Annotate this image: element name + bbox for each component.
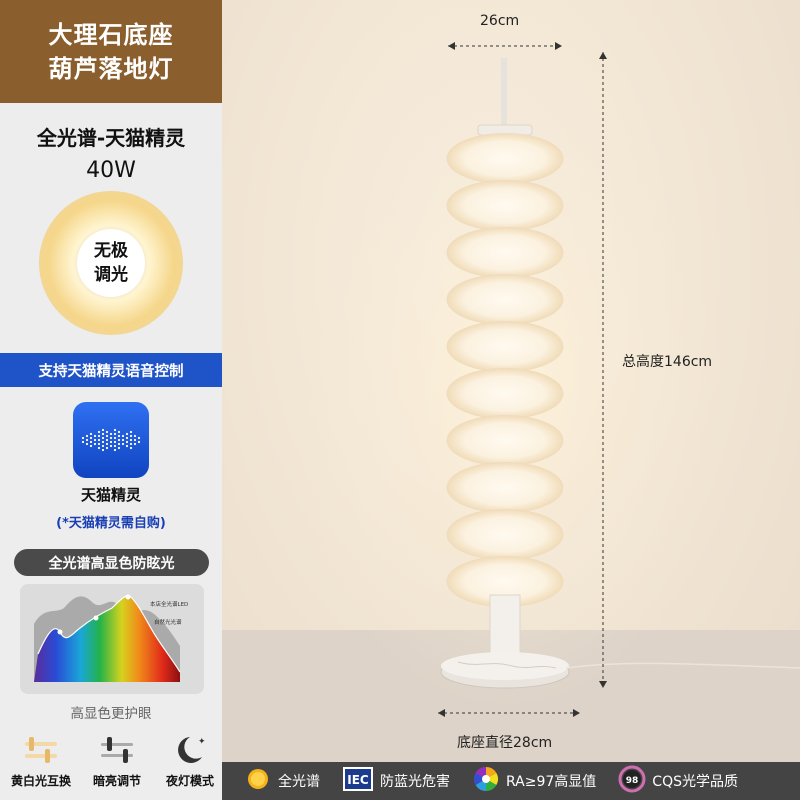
bottom-item-label: RA≥97高显值 (506, 774, 597, 790)
lamp-top-rod (501, 58, 507, 128)
feature-label: 黄白光互换 (10, 774, 71, 788)
svg-text:98: 98 (626, 776, 639, 786)
legend-led: 本店全光谱LED (150, 600, 188, 608)
lamp-shade-segment (446, 321, 564, 372)
feature-color-switch: 黄白光互换 (4, 732, 78, 789)
feature-night-mode: ✦ 夜灯模式 (153, 732, 227, 789)
product-title-box: 大理石底座 葫芦落地灯 (0, 0, 222, 103)
spectrum-caption: 高显色更护眼 (70, 706, 152, 722)
bottom-item-cqs: 98 CQS光学品质 (618, 765, 738, 797)
tmall-genie-icon (73, 402, 149, 478)
lamp-shade-segment (446, 133, 564, 184)
dimming-line1: 无极 (94, 241, 128, 261)
iec-icon: IEC (342, 766, 374, 796)
genie-purchase-note: (*天猫精灵需自购) (56, 516, 166, 531)
lamp-shade-segment (446, 227, 564, 278)
width-label: 26cm (480, 13, 520, 29)
spectrum-chart: 本店全光谱LED 自然光光谱 (20, 584, 204, 694)
bottom-item-full-spectrum: 全光谱 (244, 765, 320, 797)
bottom-feature-bar: 全光谱 IEC 防蓝光危害 RA≥97高显值 98 CQS光学品质 (222, 762, 800, 800)
dimming-label-circle: 无极 调光 (77, 229, 145, 297)
cqs-badge-icon: 98 (618, 765, 646, 797)
floor-lamp-illustration (286, 42, 800, 717)
product-title-line1: 大理石底座 (48, 20, 174, 49)
base-diameter-label: 底座直径28cm (457, 735, 553, 751)
svg-text:IEC: IEC (347, 773, 369, 787)
feature-brightness: 暗亮调节 (80, 732, 154, 789)
bottom-item-label: 防蓝光危害 (380, 774, 450, 790)
dimming-glow-badge: 无极 调光 (39, 191, 183, 335)
lamp-shade-segment (446, 509, 564, 560)
legend-natural: 自然光光谱 (154, 618, 182, 626)
product-title-line2: 葫芦落地灯 (48, 54, 174, 83)
left-info-panel: 大理石底座 葫芦落地灯 全光谱-天猫精灵 40W 无极 调光 支持天猫精灵语音控… (0, 0, 222, 800)
lamp-shade-segment (446, 274, 564, 325)
power-spec: 40W (86, 158, 136, 183)
voice-control-banner: 支持天猫精灵语音控制 (0, 353, 222, 387)
feature-label: 暗亮调节 (92, 774, 141, 788)
bottom-item-ra: RA≥97高显值 (472, 765, 596, 797)
lamp-shade-segment (446, 462, 564, 513)
bottom-item-blue-light: IEC 防蓝光危害 (342, 766, 450, 796)
dimming-line2: 调光 (94, 265, 128, 285)
sun-icon (244, 765, 272, 797)
svg-text:✦: ✦ (198, 737, 206, 747)
lamp-shade-segment (446, 180, 564, 231)
bottom-item-label: CQS光学品质 (652, 774, 738, 790)
genie-label: 天猫精灵 (80, 486, 141, 504)
brightness-slider-icon (80, 732, 154, 768)
feature-label: 夜灯模式 (165, 774, 214, 788)
moon-icon: ✦ (153, 732, 227, 768)
color-switch-icon (4, 732, 78, 768)
bottom-item-label: 全光谱 (278, 774, 320, 790)
height-label: 总高度146cm (622, 354, 713, 370)
lamp-shade-segment (446, 368, 564, 419)
lamp-pole (489, 594, 521, 658)
color-wheel-icon (472, 765, 500, 797)
spectrum-spec: 全光谱-天猫精灵 (36, 126, 186, 150)
lamp-shade-segment (446, 415, 564, 466)
cri-anti-glare-pill: 全光谱高显色防眩光 (14, 549, 209, 576)
